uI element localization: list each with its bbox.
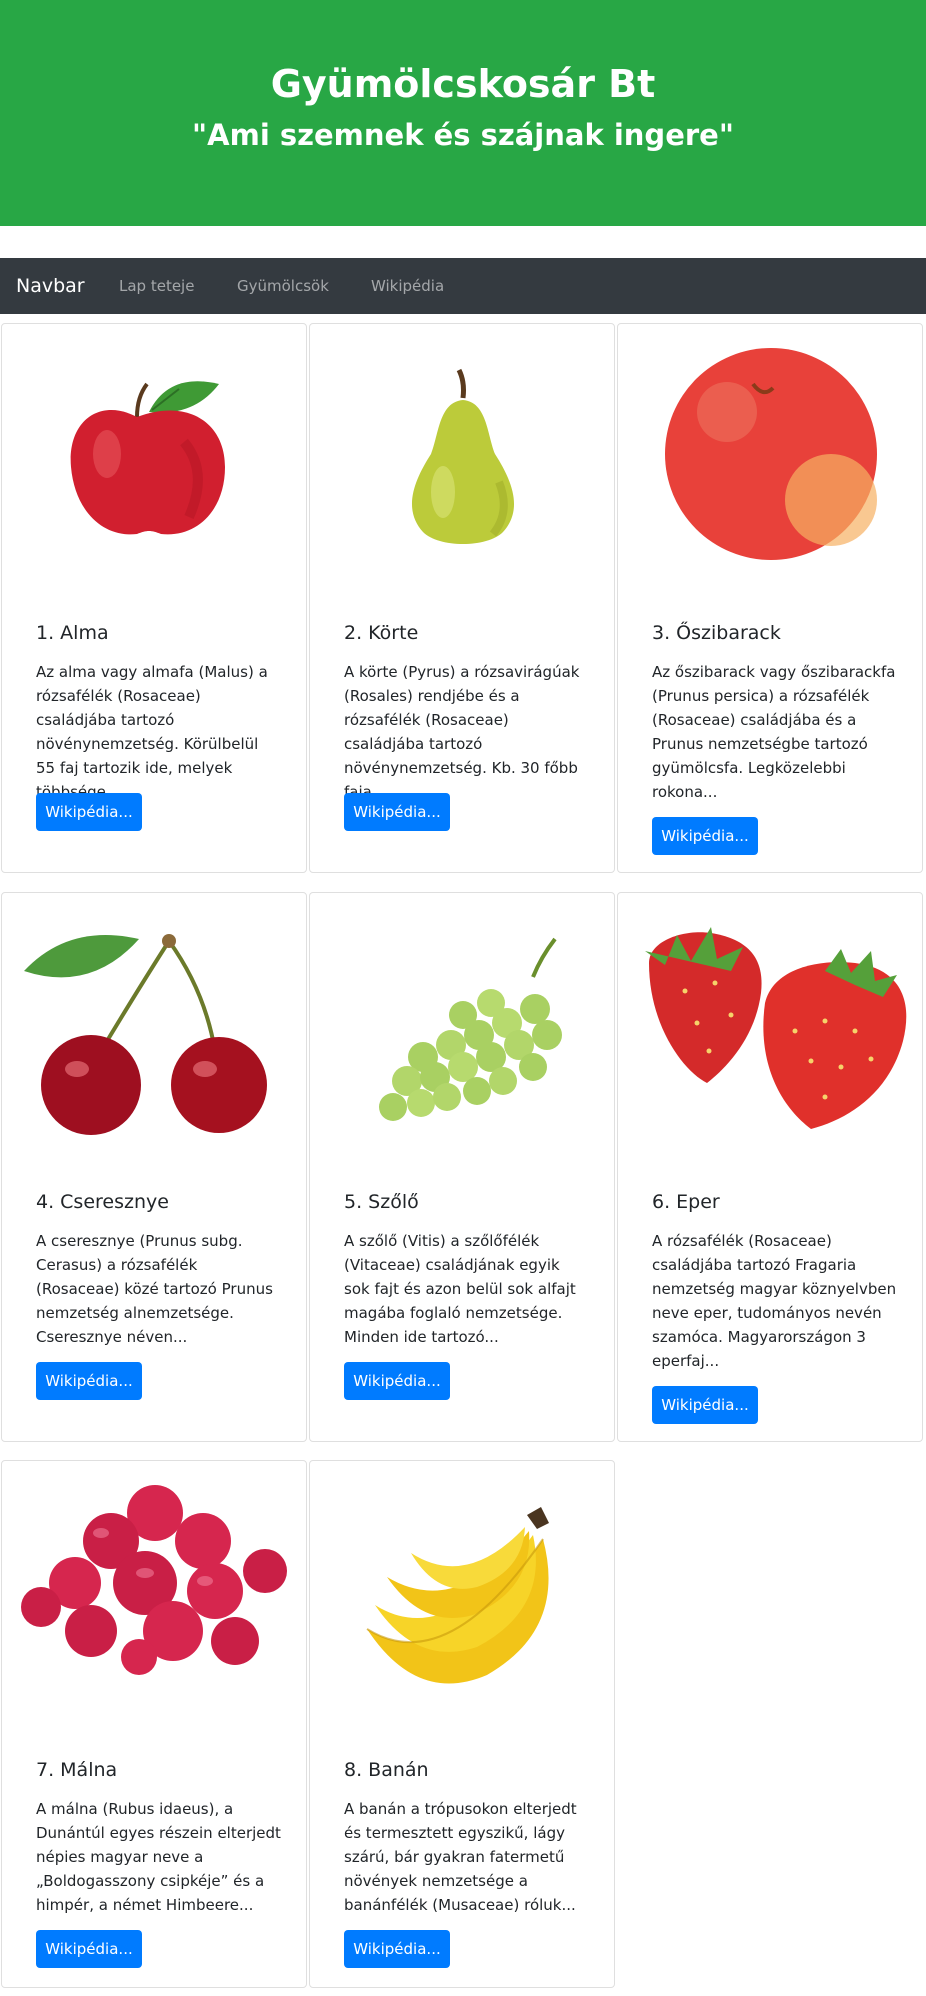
wikipedia-button[interactable]: Wikipédia... [344, 793, 450, 831]
card-text: Az alma vagy almafa (Malus) a rózsafélék… [36, 663, 268, 801]
peach-image [635, 342, 907, 570]
wikipedia-button[interactable]: Wikipédia... [652, 817, 758, 855]
card-title: 1. Alma [36, 622, 109, 644]
fruit-card-cherry: 4. Cseresznye A cseresznye (Prunus subg.… [1, 892, 307, 1442]
grapes-image [327, 911, 599, 1139]
navbar-brand[interactable]: Navbar [16, 274, 85, 298]
fruit-card-apple: 1. Alma Az alma vagy almafa (Malus) a ró… [1, 323, 307, 873]
strawberry-image [635, 911, 907, 1139]
fruit-card-strawberry: 6. Eper A rózsafélék (Rosaceae) családjá… [617, 892, 923, 1442]
card-title: 5. Szőlő [344, 1191, 419, 1213]
card-text: A körte (Pyrus) a rózsavirágúak (Rosales… [344, 663, 580, 801]
banana-image [327, 1479, 599, 1707]
wikipedia-button[interactable]: Wikipédia... [344, 1362, 450, 1400]
card-title: 8. Banán [344, 1759, 429, 1781]
fruit-card-grapes: 5. Szőlő A szőlő (Vitis) a szőlőfélék (V… [309, 892, 615, 1442]
card-title: 7. Málna [36, 1759, 118, 1781]
card-text: A rózsafélék (Rosaceae) családjába tarto… [652, 1232, 897, 1370]
navbar: Navbar Lap teteje Gyümölcsök Wikipédia [0, 258, 926, 314]
wikipedia-button[interactable]: Wikipédia... [36, 1362, 142, 1400]
fruit-card-pear: 2. Körte A körte (Pyrus) a rózsavirágúak… [309, 323, 615, 873]
card-title: 4. Cseresznye [36, 1191, 169, 1213]
pear-image [327, 342, 599, 570]
site-header: Gyümölcskosár Bt "Ami szemnek és szájnak… [0, 0, 926, 226]
fruit-card-banana: 8. Banán A banán a trópusokon elterjedt … [309, 1460, 615, 1988]
wikipedia-button[interactable]: Wikipédia... [652, 1386, 758, 1424]
card-text: A málna (Rubus idaeus), a Dunántúl egyes… [36, 1800, 281, 1914]
card-text: A szőlő (Vitis) a szőlőfélék (Vitaceae) … [344, 1232, 576, 1346]
card-title: 6. Eper [652, 1191, 720, 1213]
raspberry-image [19, 1479, 291, 1707]
nav-link-page-top[interactable]: Lap teteje [119, 277, 194, 295]
site-slogan: "Ami szemnek és szájnak ingere" [192, 118, 734, 152]
wikipedia-button[interactable]: Wikipédia... [36, 793, 142, 831]
nav-link-fruits[interactable]: Gyümölcsök [237, 277, 329, 295]
card-text: A cseresznye (Prunus subg. Cerasus) a ró… [36, 1232, 273, 1346]
fruit-card-peach: 3. Őszibarack Az őszibarack vagy őszibar… [617, 323, 923, 873]
fruit-card-raspberry: 7. Málna A málna (Rubus idaeus), a Dunán… [1, 1460, 307, 1988]
nav-link-wikipedia[interactable]: Wikipédia [371, 277, 444, 295]
apple-image [19, 342, 291, 570]
card-text: Az őszibarack vagy őszibarackfa (Prunus … [652, 663, 896, 801]
card-title: 3. Őszibarack [652, 622, 781, 644]
wikipedia-button[interactable]: Wikipédia... [344, 1930, 450, 1968]
cherry-image [19, 911, 291, 1139]
wikipedia-button[interactable]: Wikipédia... [36, 1930, 142, 1968]
card-text: A banán a trópusokon elterjedt és termes… [344, 1800, 577, 1914]
site-title: Gyümölcskosár Bt [270, 62, 656, 106]
card-title: 2. Körte [344, 622, 419, 644]
